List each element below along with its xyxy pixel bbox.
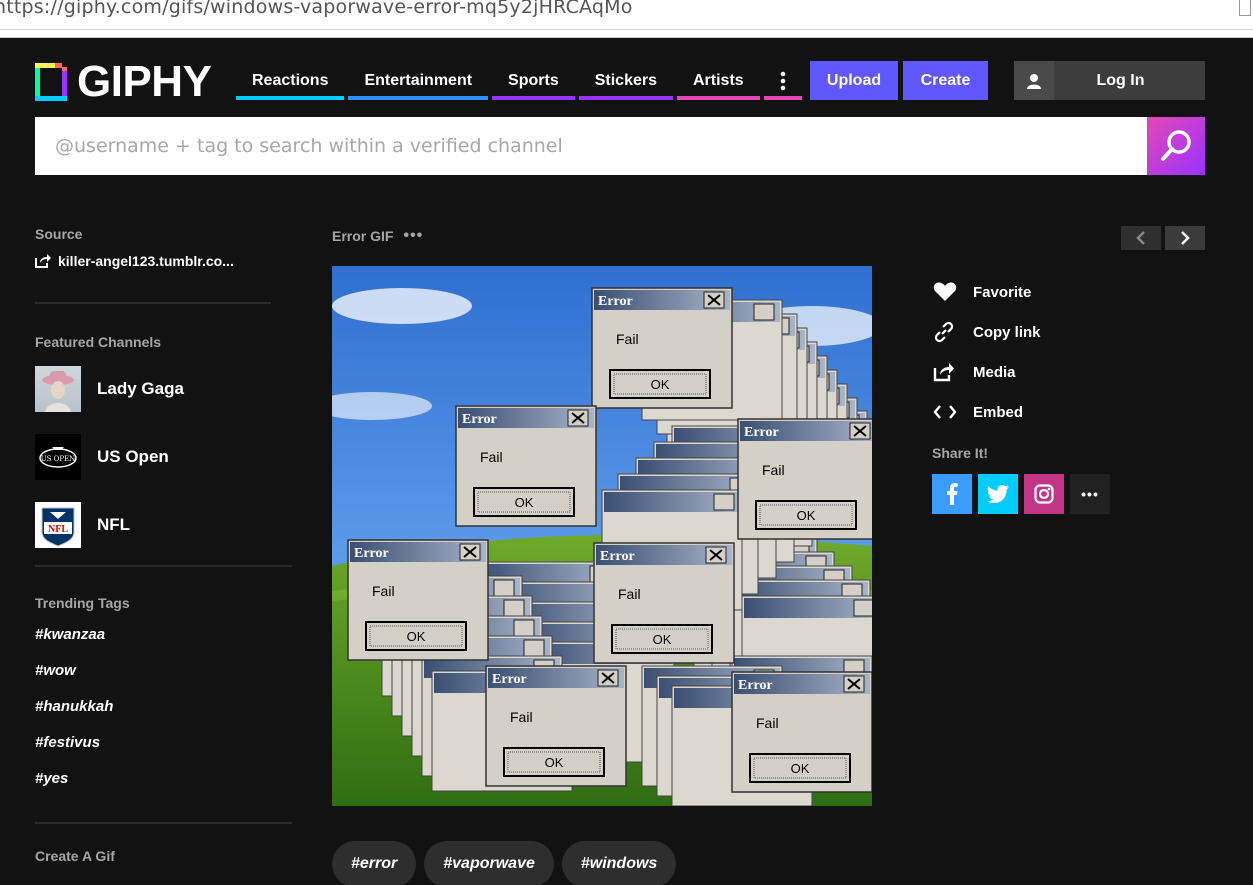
user-icon — [1014, 61, 1054, 100]
nav-sports[interactable]: Sports — [492, 62, 575, 100]
instagram-share-button[interactable] — [1024, 474, 1064, 514]
channel-nfl[interactable]: NFL NFL — [35, 502, 292, 548]
divider — [35, 565, 292, 567]
heart-icon — [933, 282, 957, 301]
instagram-icon — [1034, 484, 1054, 504]
gif-actions: Favorite Copy link Media Embed — [933, 272, 1041, 432]
trending-tag[interactable]: #kwanzaa — [35, 616, 292, 652]
source-link[interactable]: killer-angel123.tumblr.co... — [35, 253, 292, 269]
embed-button[interactable]: Embed — [933, 392, 1041, 432]
search-input[interactable] — [35, 117, 1147, 175]
create-button[interactable]: Create — [903, 61, 988, 100]
chevron-left-icon — [1136, 231, 1145, 245]
next-gif-button[interactable] — [1165, 226, 1205, 250]
channel-name: Lady Gaga — [97, 379, 184, 398]
tag-pill[interactable]: #windows — [561, 841, 677, 885]
previous-gif-button[interactable] — [1121, 226, 1161, 250]
gif-image[interactable]: Error Fail OK — [332, 266, 872, 806]
url-text[interactable]: https://giphy.com/gifs/windows-vaporwave… — [0, 0, 633, 18]
left-sidebar: Source killer-angel123.tumblr.co... Feat… — [35, 226, 292, 864]
gif-navigation — [1121, 226, 1205, 250]
nav-entertainment[interactable]: Entertainment — [348, 62, 488, 100]
more-share-button[interactable]: ••• — [1070, 474, 1110, 514]
gif-title-text: Error GIF — [332, 228, 394, 244]
action-label: Media — [973, 363, 1016, 381]
upload-button[interactable]: Upload — [810, 61, 898, 100]
action-label: Copy link — [973, 323, 1041, 341]
trending-tags-title: Trending Tags — [35, 595, 130, 611]
trending-tag[interactable]: #festivus — [35, 724, 292, 760]
code-brackets-icon — [933, 405, 957, 419]
featured-channels-title: Featured Channels — [35, 334, 162, 350]
avatar: NFL — [35, 502, 81, 548]
share-title: Share It! — [932, 445, 989, 461]
svg-text:NFL: NFL — [48, 524, 68, 535]
page-icon — [1239, 0, 1251, 16]
login-label: Log In — [1096, 71, 1145, 89]
favorite-button[interactable]: Favorite — [933, 272, 1041, 312]
gif-more-icon[interactable]: ••• — [403, 227, 423, 245]
trending-tag[interactable]: #hanukkah — [35, 688, 292, 724]
action-label: Favorite — [973, 283, 1032, 301]
action-label: Embed — [973, 403, 1024, 421]
share-arrow-icon — [933, 363, 954, 382]
chevron-right-icon — [1181, 231, 1190, 245]
gif-tags: #error #vaporwave #windows — [332, 841, 684, 885]
giphy-logo-icon — [35, 63, 67, 101]
media-button[interactable]: Media — [933, 352, 1041, 392]
main-nav: Reactions Entertainment Sports Stickers … — [236, 62, 806, 100]
browser-url-bar[interactable]: https://giphy.com/gifs/windows-vaporwave… — [0, 0, 1253, 30]
vertical-dots-icon — [780, 71, 785, 91]
external-link-icon — [35, 254, 51, 268]
svg-text:US OPEN: US OPEN — [41, 455, 76, 463]
twitter-share-button[interactable] — [978, 474, 1018, 514]
divider — [35, 302, 271, 304]
channel-name: NFL — [97, 515, 131, 534]
tag-pill[interactable]: #vaporwave — [424, 841, 554, 885]
browser-toolbar-gap — [0, 30, 1253, 38]
gif-artwork: Error Fail OK — [332, 266, 872, 806]
nav-stickers[interactable]: Stickers — [578, 62, 674, 100]
search-icon — [1161, 130, 1191, 161]
share-buttons: ••• — [932, 474, 1116, 514]
nav-more[interactable] — [763, 62, 802, 100]
giphy-logo[interactable]: GIPHY — [35, 57, 212, 106]
channel-name: US Open — [97, 447, 169, 466]
divider — [35, 822, 292, 824]
more-dots-icon: ••• — [1081, 486, 1099, 502]
avatar: US OPEN — [35, 434, 81, 480]
trending-tag[interactable]: #yes — [35, 760, 292, 796]
nav-artists[interactable]: Artists — [676, 62, 760, 100]
channel-us-open[interactable]: US OPEN US Open — [35, 434, 292, 480]
tag-pill[interactable]: #error — [332, 841, 417, 885]
copy-link-button[interactable]: Copy link — [933, 312, 1041, 352]
facebook-icon — [947, 483, 958, 505]
create-gif-title[interactable]: Create A Gif — [35, 848, 292, 864]
source-link-text: killer-angel123.tumblr.co... — [58, 253, 234, 269]
avatar — [35, 366, 81, 412]
link-icon — [934, 321, 954, 343]
search-button[interactable] — [1147, 117, 1205, 175]
nav-reactions[interactable]: Reactions — [236, 62, 345, 100]
login-button[interactable]: Log In — [1014, 61, 1205, 100]
gif-title: Error GIF ••• — [332, 227, 423, 245]
channel-lady-gaga[interactable]: Lady Gaga — [35, 366, 292, 412]
twitter-icon — [987, 485, 1009, 503]
facebook-share-button[interactable] — [932, 474, 972, 514]
search-bar — [35, 117, 1205, 175]
source-title: Source — [35, 226, 83, 242]
trending-tag[interactable]: #wow — [35, 652, 292, 688]
logo-wordmark: GIPHY — [77, 57, 212, 106]
